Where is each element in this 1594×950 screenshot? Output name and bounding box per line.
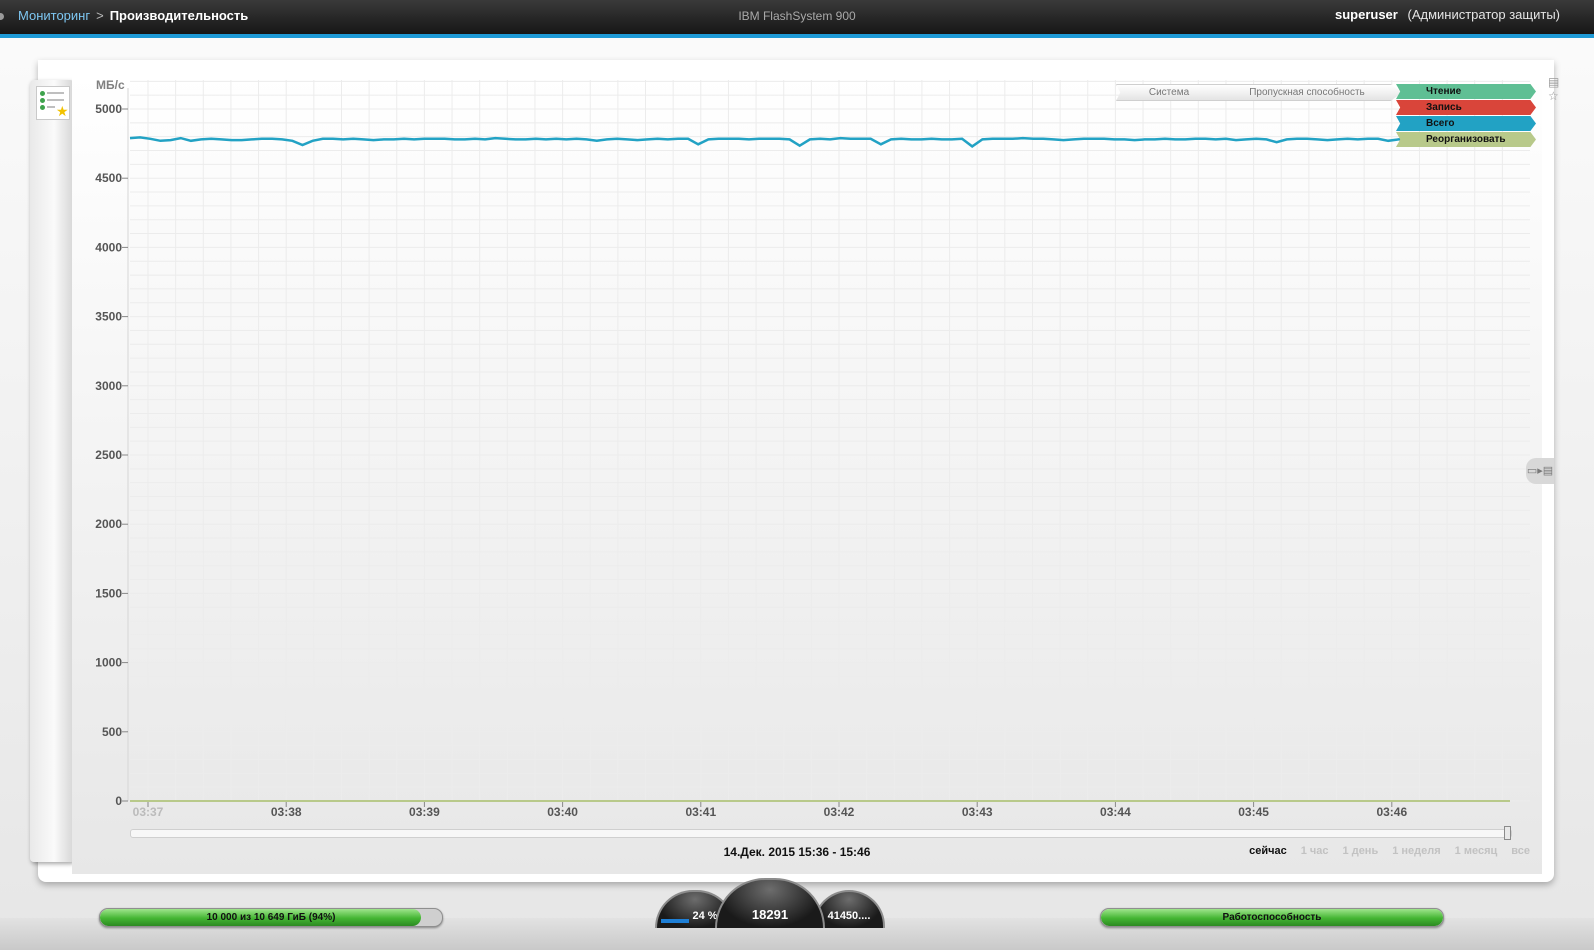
iops-gauge-value: 41450....: [827, 910, 871, 922]
period-1-day[interactable]: 1 день: [1343, 845, 1379, 857]
x-tick-label: 03:37: [133, 805, 164, 819]
y-tick-label: 1500: [95, 586, 122, 600]
y-tick-label: 3500: [95, 310, 122, 324]
x-tick-label: 03:43: [962, 805, 993, 819]
y-tick-label: 3000: [95, 379, 122, 393]
period-1-week[interactable]: 1 неделя: [1392, 845, 1440, 857]
y-tick-label: 2000: [95, 517, 122, 531]
legend-crumb-system[interactable]: Система: [1116, 84, 1222, 101]
period-now[interactable]: сейчас: [1249, 845, 1287, 857]
y-tick-label: 1000: [95, 656, 122, 670]
series-line: [129, 136, 1511, 148]
legend-read[interactable]: Чтение: [1396, 84, 1536, 99]
period-1-hour[interactable]: 1 час: [1301, 845, 1329, 857]
cpu-gauge-bar: [661, 919, 689, 923]
health-text: Работоспособность: [1222, 912, 1322, 923]
x-tick-label: 03:45: [1238, 805, 1269, 819]
period-all[interactable]: все: [1511, 845, 1530, 857]
x-tick-label: 03:40: [547, 805, 578, 819]
legend-crumb-throughput[interactable]: Пропускная способность: [1212, 84, 1402, 101]
legend-total[interactable]: Всего: [1396, 116, 1536, 131]
capacity-indicator[interactable]: 10 000 из 10 649 ГиБ (94%): [99, 908, 443, 927]
period-selector: сейчас 1 час 1 день 1 неделя 1 месяц все: [1235, 845, 1530, 857]
x-tick-label: 03:38: [271, 805, 302, 819]
split-view-icon[interactable]: ▭▸▤: [1526, 458, 1554, 484]
y-tick-label: 5000: [95, 102, 122, 116]
save-icon[interactable]: ▤: [1548, 76, 1560, 88]
x-tick-label: 03:39: [409, 805, 440, 819]
capacity-text: 10 000 из 10 649 ГиБ (94%): [206, 912, 336, 923]
period-1-month[interactable]: 1 месяц: [1455, 845, 1498, 857]
health-indicator[interactable]: Работоспособность: [1100, 908, 1444, 927]
legend-reorganize[interactable]: Реорганизовать: [1396, 132, 1536, 147]
y-tick-label: 2500: [95, 448, 122, 462]
y-tick-label: 0: [115, 794, 122, 808]
y-tick-label: 4000: [95, 240, 122, 254]
x-tick-label: 03:46: [1376, 805, 1407, 819]
y-tick-label: 500: [102, 725, 122, 739]
throughput-gauge-value: 18291: [751, 907, 789, 922]
x-tick-label: 03:42: [824, 805, 855, 819]
star-icon[interactable]: ☆: [1548, 90, 1560, 102]
time-scroller[interactable]: [130, 829, 1512, 838]
legend-write[interactable]: Запись: [1396, 100, 1536, 115]
x-tick-label: 03:44: [1100, 805, 1131, 819]
x-tick-label: 03:41: [685, 805, 716, 819]
y-tick-label: 4500: [95, 171, 122, 185]
time-scroller-handle[interactable]: [1504, 826, 1511, 840]
throughput-chart: 0 500 1000 1500 2000 2500 3000 3500 4000 4500 5000…: [95, 80, 1530, 819]
